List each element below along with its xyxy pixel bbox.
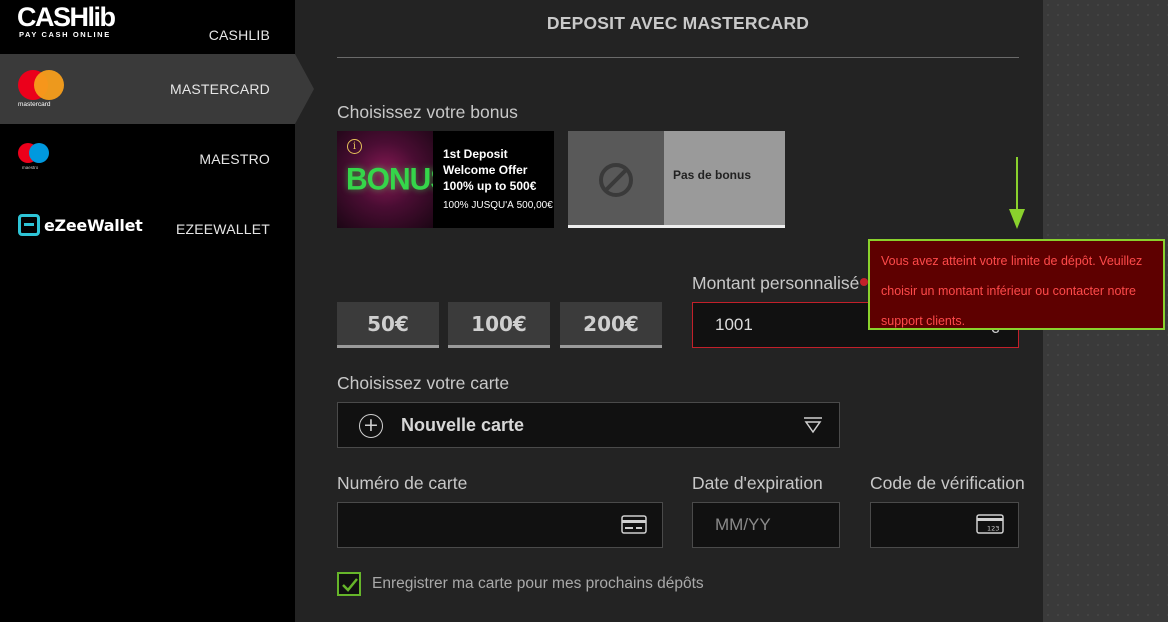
cashlib-logo-tagline: PAY CASH ONLINE [19, 30, 111, 39]
bonus-subtitle: 100% JUSQU'À 500,00€ [443, 200, 553, 211]
bonus-image: i BONUS [337, 131, 433, 228]
card-select[interactable]: + Nouvelle carte [337, 402, 840, 448]
mastercard-logo: mastercard [18, 70, 64, 108]
bonus-title: 1st Deposit Welcome Offer 100% up to 500… [443, 147, 537, 193]
amount-button-100[interactable]: 100€ [448, 302, 550, 348]
no-entry-icon [599, 163, 633, 197]
ezeewallet-mark-icon [18, 214, 40, 236]
sidebar-item-label: MAESTRO [199, 151, 270, 167]
bonus-image-text: BONUS [346, 162, 433, 197]
ezeewallet-logo: eZeeWallet [18, 214, 143, 236]
amount-button-200[interactable]: 200€ [560, 302, 662, 348]
card-cvv-icon: 123 [976, 514, 1004, 534]
error-indicator [860, 278, 868, 286]
title-divider [337, 57, 1019, 58]
mastercard-logo-text: mastercard [18, 101, 51, 108]
sidebar-item-mastercard[interactable]: mastercard MASTERCARD [0, 54, 314, 124]
expiry-label: Date d'expiration [692, 473, 823, 493]
save-card-label: Enregistrer ma carte pour mes prochains … [372, 575, 704, 592]
error-tooltip: Vous avez atteint votre limite de dépôt.… [868, 239, 1165, 330]
info-icon[interactable]: i [347, 139, 362, 154]
bonus-section-label: Choisissez votre bonus [337, 102, 518, 122]
expiry-input[interactable] [692, 502, 840, 548]
checkmark-icon [342, 578, 358, 592]
plus-circle-icon: + [359, 414, 383, 438]
ezeewallet-logo-text: eZeeWallet [44, 215, 143, 235]
bonus-title: Pas de bonus [673, 168, 752, 182]
card-number-input[interactable] [337, 502, 663, 548]
chevron-down-icon [804, 417, 822, 434]
maestro-logo-text: maestro [22, 165, 39, 170]
card-section-label: Choisissez votre carte [337, 373, 510, 393]
custom-amount-label: Montant personnalisé [692, 273, 860, 293]
sidebar-item-label: CASHLIB [208, 27, 270, 43]
bonus-option-none[interactable]: Pas de bonus [568, 131, 785, 228]
selected-indicator [568, 225, 785, 228]
amount-button-50[interactable]: 50€ [337, 302, 439, 348]
page-title: DEPOSIT AVEC MASTERCARD [546, 13, 810, 33]
bonus-option-welcome[interactable]: i BONUS 1st Deposit Welcome Offer 100% u… [337, 131, 554, 228]
cashlib-logo: CASHlib PAY CASH ONLINE [17, 2, 116, 40]
sidebar-item-ezeewallet[interactable]: eZeeWallet EZEEWALLET [0, 194, 295, 264]
no-bonus-image [568, 131, 664, 225]
cashlib-logo-text: CASHlib [17, 2, 116, 32]
card-number-label: Numéro de carte [337, 473, 468, 493]
payment-method-sidebar: CASHlib PAY CASH ONLINE CASHLIB masterca… [0, 0, 314, 622]
credit-card-icon [621, 515, 647, 534]
annotation-arrow-icon [1009, 157, 1025, 229]
cvv-label: Code de vérification [870, 473, 1025, 493]
save-card-checkbox[interactable] [337, 572, 361, 596]
cvv-icon-text: 123 [987, 525, 999, 533]
maestro-logo: maestro [18, 143, 52, 171]
sidebar-item-label: MASTERCARD [169, 81, 270, 97]
card-select-value: Nouvelle carte [401, 415, 525, 435]
sidebar-item-label: EZEEWALLET [175, 221, 270, 237]
sidebar-item-maestro[interactable]: maestro MAESTRO [0, 124, 295, 194]
